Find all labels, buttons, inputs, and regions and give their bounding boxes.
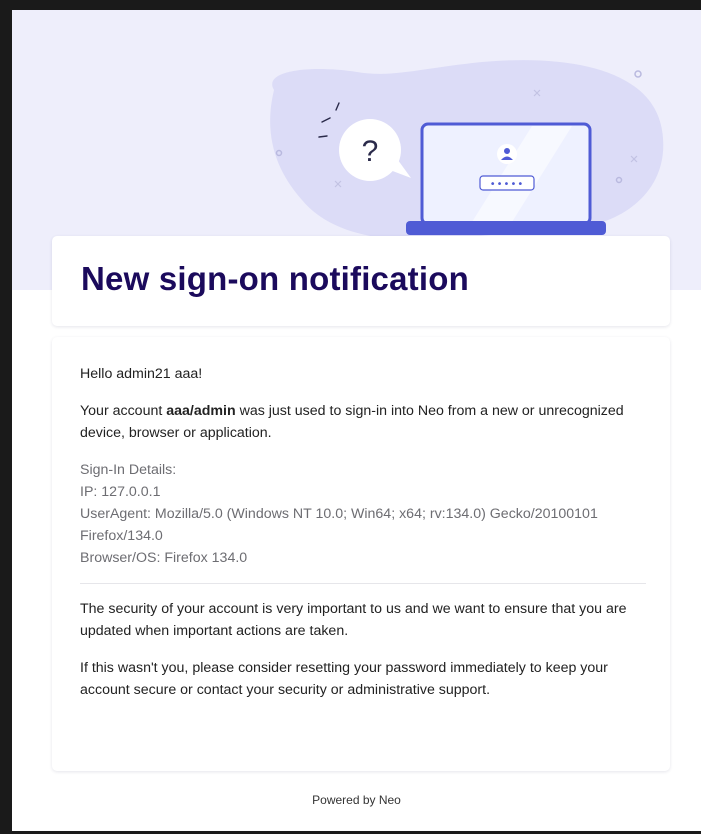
account-name: aaa/admin: [166, 403, 236, 419]
details-browser-os: Browser/OS: Firefox 134.0: [80, 550, 248, 566]
sign-in-details: Sign-In Details: IP: 127.0.0.1 UserAgent…: [80, 459, 650, 569]
email-frame: ? ••••• New sign-on notification Hello a…: [12, 10, 701, 831]
message-card: Hello admin21 aaa! Your account aaa/admi…: [52, 337, 670, 771]
intro-prefix: Your account: [80, 403, 167, 419]
page-title: New sign-on notification: [81, 260, 469, 297]
question-mark: ?: [362, 135, 379, 168]
details-user-agent: UserAgent: Mozilla/5.0 (Windows NT 10.0;…: [80, 506, 598, 544]
divider: [80, 583, 646, 584]
sign-on-illustration: ? •••••: [270, 60, 664, 241]
warning-note: If this wasn't you, please consider rese…: [80, 660, 608, 698]
password-mask: •••••: [490, 179, 525, 190]
details-heading: Sign-In Details:: [80, 462, 177, 478]
user-avatar-icon: [497, 144, 517, 164]
intro-text: Your account aaa/admin was just used to …: [80, 400, 650, 444]
details-ip: IP: 127.0.0.1: [80, 484, 161, 500]
password-dots-icon: •••••: [479, 175, 535, 191]
title-card: New sign-on notification: [52, 236, 670, 326]
security-note: The security of your account is very imp…: [80, 601, 627, 639]
powered-by-footer: Powered by Neo: [312, 793, 401, 807]
message-content: Hello admin21 aaa! Your account aaa/admi…: [80, 363, 650, 701]
greeting-text: Hello admin21 aaa!: [80, 366, 203, 382]
deco-circle: [634, 70, 642, 78]
